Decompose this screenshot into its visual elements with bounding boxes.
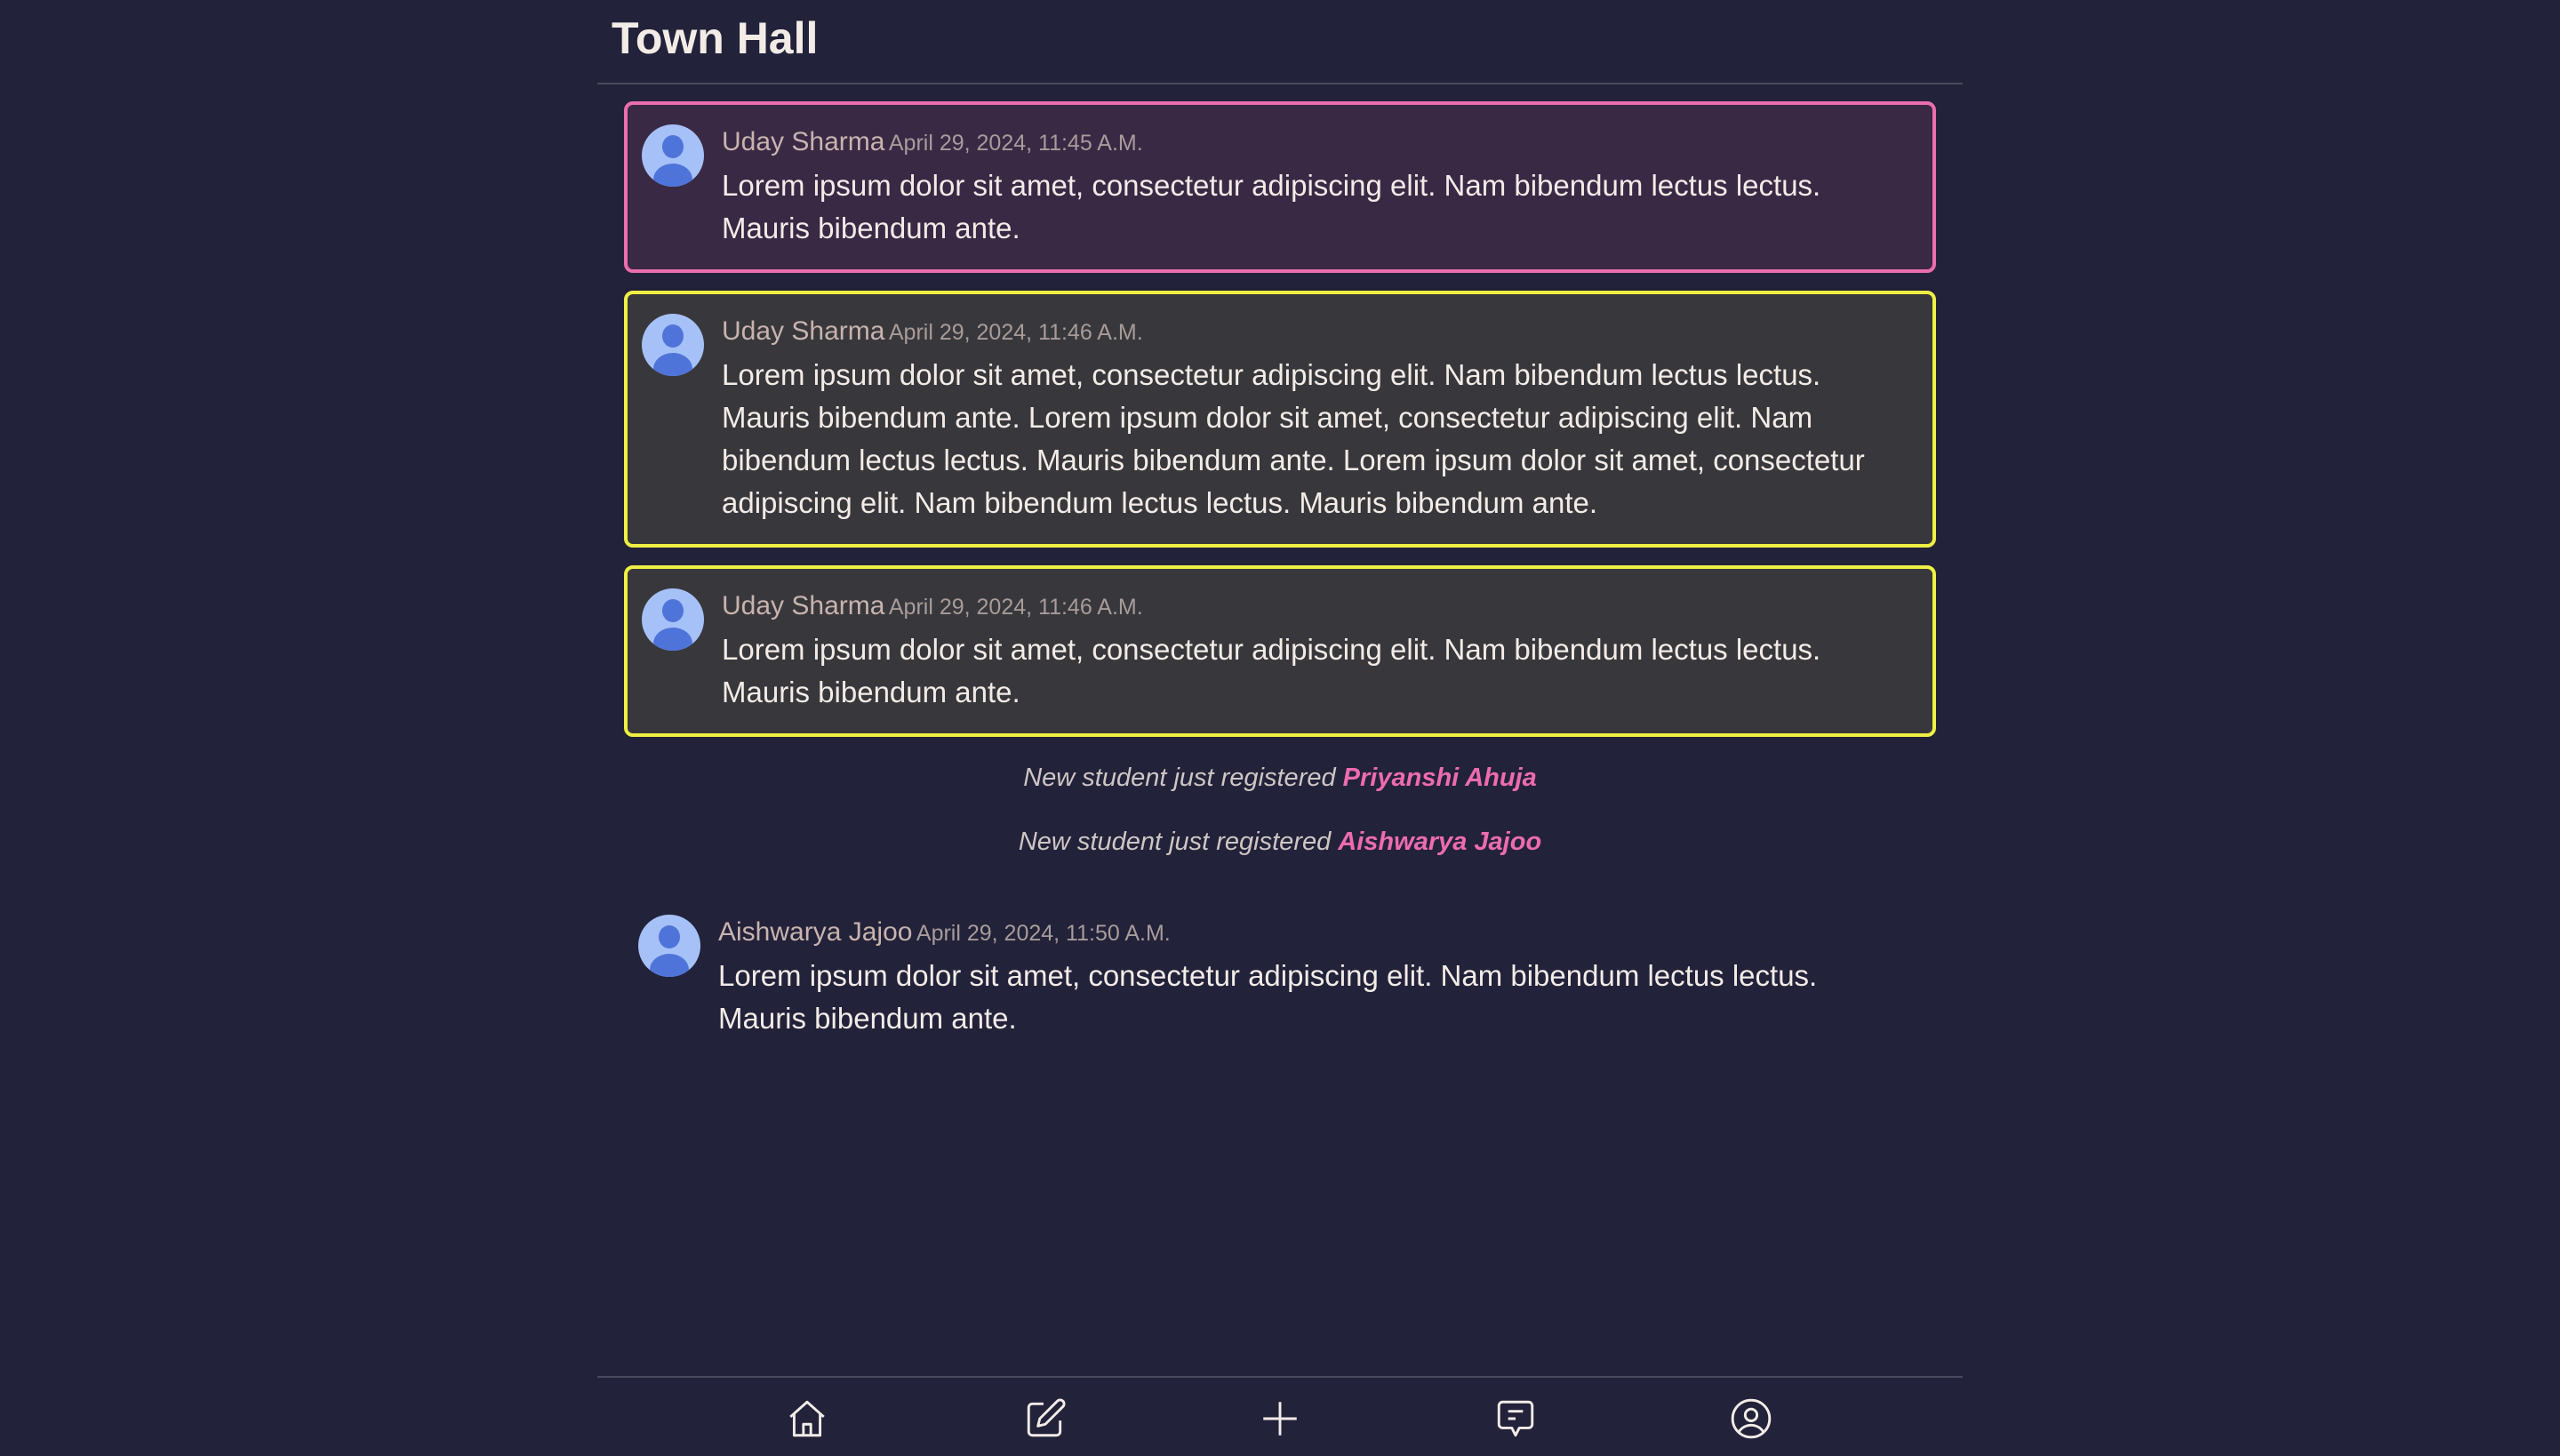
message-text: Lorem ipsum dolor sit amet, consectetur … (722, 633, 1821, 708)
message-card: Uday Sharma April 29, 2024, 11:45 A.M. L… (624, 101, 1936, 273)
bottom-nav (597, 1387, 1963, 1449)
student-name[interactable]: Aishwarya Jajoo (1338, 828, 1541, 856)
message-feed[interactable]: Uday Sharma April 29, 2024, 11:45 A.M. L… (624, 101, 1936, 1081)
timestamp: April 29, 2024, 11:46 A.M. (888, 595, 1143, 620)
chat-icon (1497, 1400, 1534, 1437)
nav-add-button[interactable] (1255, 1394, 1305, 1444)
user-circle-icon (1731, 1398, 1772, 1439)
avatar[interactable] (642, 588, 704, 651)
author-name[interactable]: Uday Sharma (722, 316, 884, 346)
nav-compose-button[interactable] (1020, 1394, 1070, 1444)
town-hall-page: Town Hall Uday Sharma April 29, 2024, 11… (597, 0, 1963, 1456)
message-text: Lorem ipsum dolor sit amet, consectetur … (722, 358, 1865, 519)
author-name[interactable]: Aishwarya Jajoo (718, 917, 912, 947)
home-icon (789, 1400, 825, 1437)
nav-home-button[interactable] (782, 1394, 832, 1444)
message-card: Uday Sharma April 29, 2024, 11:46 A.M. L… (624, 291, 1936, 548)
nav-divider (597, 1376, 1963, 1378)
message-card: Aishwarya Jajoo April 29, 2024, 11:50 A.… (624, 892, 1936, 1063)
system-message: New student just registered Priyanshi Ah… (1023, 764, 1537, 792)
timestamp: April 29, 2024, 11:50 A.M. (916, 921, 1171, 946)
author-name[interactable]: Uday Sharma (722, 591, 884, 620)
edit-icon (1027, 1398, 1066, 1437)
avatar[interactable] (642, 124, 704, 187)
page-title: Town Hall (612, 13, 819, 63)
nav-profile-button[interactable] (1726, 1394, 1776, 1444)
avatar[interactable] (642, 314, 704, 376)
timestamp: April 29, 2024, 11:46 A.M. (888, 320, 1143, 345)
message-card: Uday Sharma April 29, 2024, 11:46 A.M. L… (624, 565, 1936, 737)
header-divider (597, 83, 1963, 84)
author-name[interactable]: Uday Sharma (722, 127, 884, 156)
avatar[interactable] (638, 915, 700, 977)
message-text: Lorem ipsum dolor sit amet, consectetur … (718, 959, 1818, 1035)
nav-chat-button[interactable] (1491, 1394, 1540, 1444)
student-name[interactable]: Priyanshi Ahuja (1343, 764, 1537, 792)
plus-icon (1263, 1402, 1297, 1436)
timestamp: April 29, 2024, 11:45 A.M. (888, 131, 1143, 156)
system-message: New student just registered Aishwarya Ja… (1018, 828, 1542, 856)
message-text: Lorem ipsum dolor sit amet, consectetur … (722, 169, 1821, 244)
